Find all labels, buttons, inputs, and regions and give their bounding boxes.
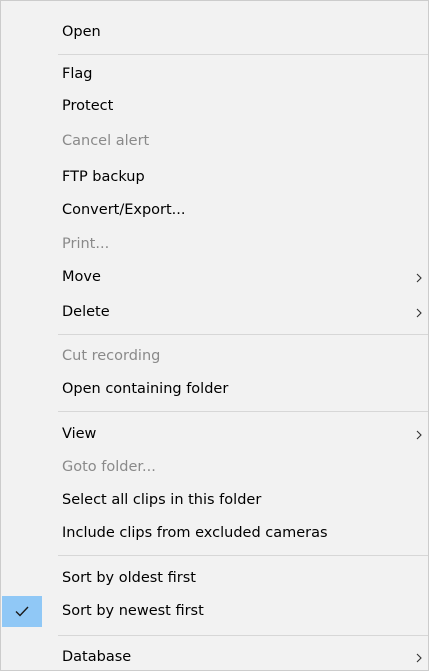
menu-separator — [58, 334, 428, 335]
menu-item-label: Flag — [62, 66, 93, 82]
menu-item-include-clips-excluded[interactable]: Include clips from excluded cameras — [1, 518, 428, 548]
menu-item-label: Include clips from excluded cameras — [62, 525, 328, 541]
menu-separator — [58, 54, 428, 55]
chevron-right-icon — [414, 262, 424, 292]
menu-separator — [58, 555, 428, 556]
menu-item-label: Cut recording — [62, 348, 161, 364]
menu-item-view[interactable]: View — [1, 419, 428, 449]
menu-item-label: Delete — [62, 304, 110, 320]
menu-item-label: Open — [62, 24, 101, 40]
menu-item-flag[interactable]: Flag — [1, 59, 428, 89]
menu-item-label: Print... — [62, 236, 110, 252]
menu-item-delete[interactable]: Delete — [1, 297, 428, 327]
menu-item-select-all-clips[interactable]: Select all clips in this folder — [1, 485, 428, 515]
menu-item-open[interactable]: Open — [1, 17, 428, 47]
checkmark-icon — [2, 596, 42, 627]
menu-item-database[interactable]: Database — [1, 642, 428, 672]
chevron-right-icon — [414, 419, 424, 449]
menu-item-cut-recording: Cut recording — [1, 341, 428, 371]
menu-item-open-containing-folder[interactable]: Open containing folder — [1, 374, 428, 404]
menu-item-label: Cancel alert — [62, 133, 150, 149]
menu-item-label: Open containing folder — [62, 381, 229, 397]
menu-item-label: Sort by newest first — [62, 603, 204, 619]
menu-item-label: Move — [62, 269, 101, 285]
menu-item-label: Protect — [62, 98, 114, 114]
chevron-right-icon — [414, 642, 424, 672]
menu-item-sort-oldest-first[interactable]: Sort by oldest first — [1, 563, 428, 593]
menu-item-move[interactable]: Move — [1, 262, 428, 292]
chevron-right-icon — [414, 297, 424, 327]
menu-item-ftp-backup[interactable]: FTP backup — [1, 162, 428, 192]
menu-item-label: FTP backup — [62, 169, 145, 185]
menu-item-label: Sort by oldest first — [62, 570, 196, 586]
context-menu: Open Flag Protect Cancel alert FTP backu… — [0, 0, 429, 671]
menu-separator — [58, 635, 428, 636]
menu-item-label: Goto folder... — [62, 459, 156, 475]
menu-item-label: Convert/Export... — [62, 202, 186, 218]
menu-separator — [58, 411, 428, 412]
menu-item-goto-folder: Goto folder... — [1, 452, 428, 482]
menu-item-label: View — [62, 426, 97, 442]
menu-item-sort-newest-first[interactable]: Sort by newest first — [1, 596, 428, 627]
menu-item-print: Print... — [1, 229, 428, 259]
menu-item-label: Select all clips in this folder — [62, 492, 262, 508]
menu-item-label: Database — [62, 649, 132, 665]
menu-item-cancel-alert: Cancel alert — [1, 126, 428, 156]
menu-item-convert-export[interactable]: Convert/Export... — [1, 195, 428, 225]
menu-item-protect[interactable]: Protect — [1, 91, 428, 121]
